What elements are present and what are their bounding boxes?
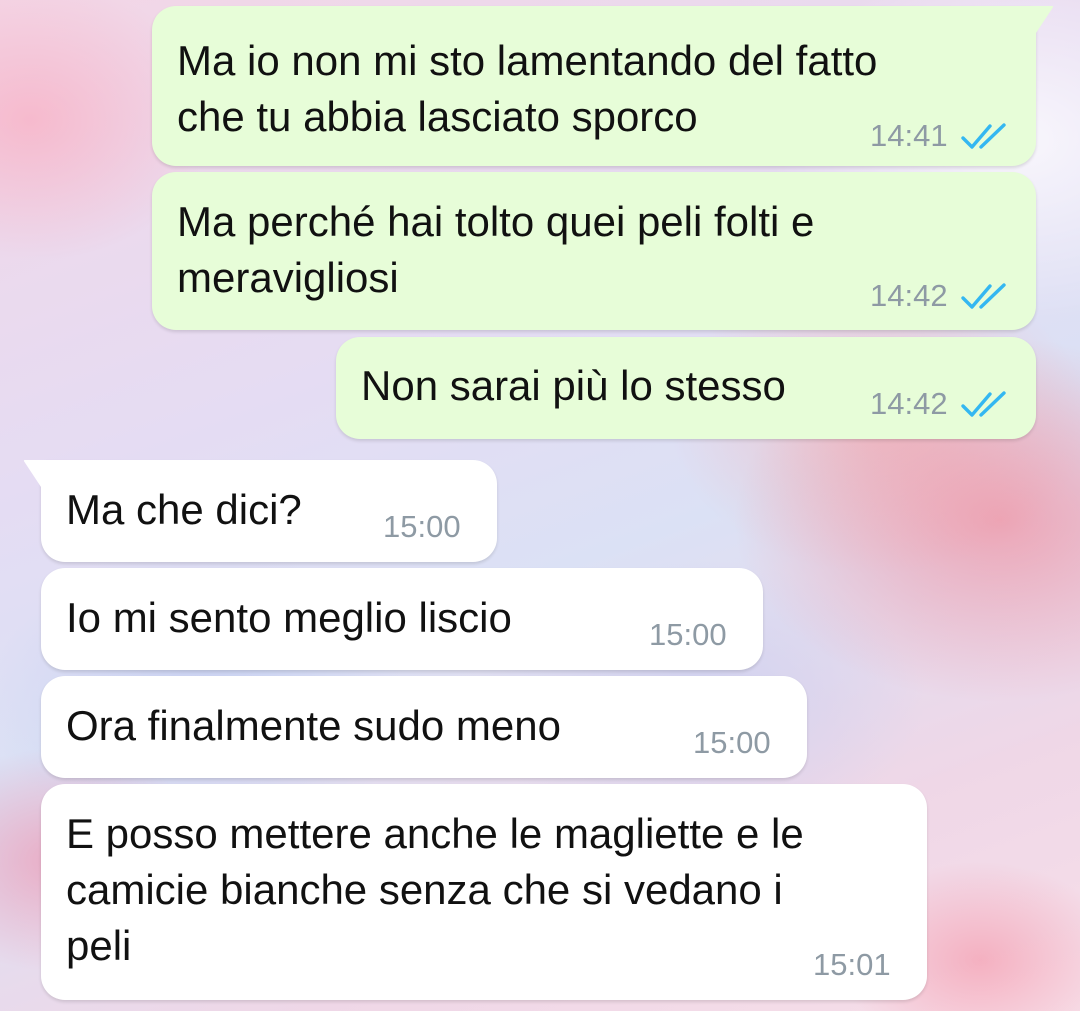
message-text-line: camicie bianche senza che si vedano i <box>66 866 783 913</box>
double-check-icon <box>960 283 1006 309</box>
message-timestamp: 14:42 <box>870 386 948 421</box>
message-meta: 15:00 <box>693 723 771 763</box>
message-text-line: Ma perché hai tolto quei peli folti e <box>177 198 815 245</box>
message-timestamp: 15:00 <box>383 509 461 544</box>
message-timestamp: 14:41 <box>870 118 948 153</box>
double-check-icon <box>960 391 1006 417</box>
bubble-tail <box>23 460 51 496</box>
message-bubble-outgoing[interactable]: Ma io non mi sto lamentando del fatto ch… <box>152 6 1054 166</box>
message-text-line: E posso mettere anche le magliette e le <box>66 810 804 857</box>
message-text-line: che tu abbia lasciato sporco <box>177 93 698 140</box>
message-timestamp: 15:00 <box>649 617 727 652</box>
message-meta: 14:41 <box>870 116 1008 156</box>
double-check-icon <box>960 123 1006 149</box>
message-meta: 15:00 <box>649 615 727 655</box>
message-text-line: meravigliosi <box>177 254 399 301</box>
message-text-line: Non sarai più lo stesso <box>361 362 786 409</box>
message-bubble-outgoing[interactable]: Non sarai più lo stesso 14:42 <box>336 337 1036 439</box>
message-meta: 15:00 <box>383 507 461 547</box>
message-bubble-outgoing[interactable]: Ma perché hai tolto quei peli folti e me… <box>152 172 1036 330</box>
message-timestamp: 15:00 <box>693 725 771 760</box>
message-text-line: Ma che dici? <box>66 486 302 533</box>
message-text-line: Io mi sento meglio liscio <box>66 594 512 641</box>
message-meta: 14:42 <box>870 384 1008 424</box>
message-bubble-incoming[interactable]: Ora finalmente sudo meno 15:00 <box>41 676 807 778</box>
message-timestamp: 14:42 <box>870 278 948 313</box>
message-text-line: peli <box>66 922 132 969</box>
message-text-line: Ma io non mi sto lamentando del fatto <box>177 37 878 84</box>
message-bubble-incoming[interactable]: Io mi sento meglio liscio 15:00 <box>41 568 763 670</box>
message-text-line: Ora finalmente sudo meno <box>66 702 561 749</box>
message-bubble-incoming[interactable]: E posso mettere anche le magliette e le … <box>41 784 927 1000</box>
message-meta: 15:01 <box>813 945 891 985</box>
message-bubble-incoming[interactable]: Ma che dici? 15:00 <box>23 460 497 562</box>
message-meta: 14:42 <box>870 276 1008 316</box>
bubble-tail <box>1026 6 1054 42</box>
message-timestamp: 15:01 <box>813 947 891 982</box>
